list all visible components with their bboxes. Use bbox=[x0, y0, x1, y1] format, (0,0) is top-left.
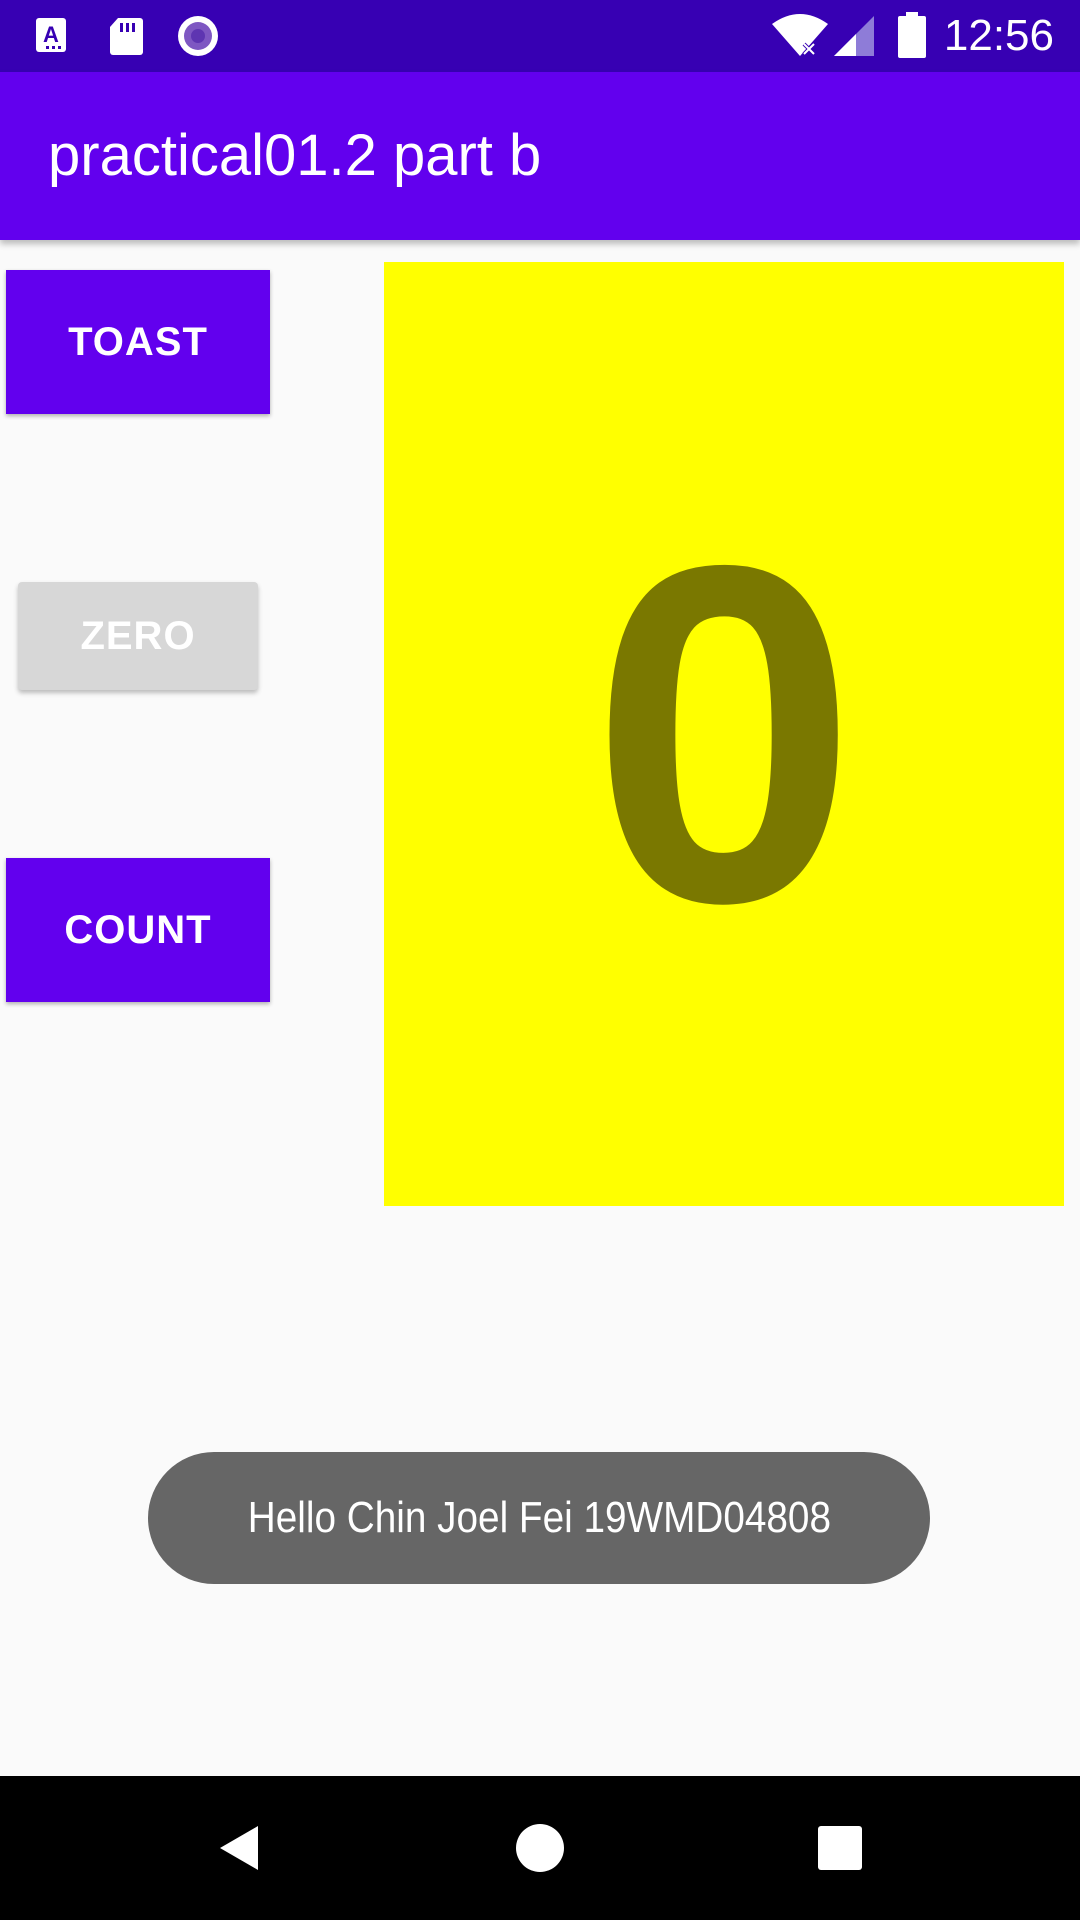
zero-button[interactable]: ZERO bbox=[18, 582, 258, 690]
battery-icon bbox=[896, 12, 928, 60]
toast-message: Hello Chin Joel Fei 19WMD04808 bbox=[148, 1452, 930, 1584]
app-a-icon: A bbox=[32, 14, 76, 58]
home-icon[interactable] bbox=[490, 1798, 590, 1898]
navigation-bar bbox=[0, 1776, 1080, 1920]
record-circle-icon bbox=[176, 14, 220, 58]
cell-signal-icon bbox=[830, 12, 878, 60]
toast-button[interactable]: TOAST bbox=[6, 270, 270, 414]
app-title: practical01.2 part b bbox=[48, 123, 542, 188]
toast-text: Hello Chin Joel Fei 19WMD04808 bbox=[247, 1493, 831, 1542]
recents-icon[interactable] bbox=[790, 1798, 890, 1898]
count-button[interactable]: COUNT bbox=[6, 858, 270, 1002]
wifi-off-icon bbox=[770, 12, 830, 60]
counter-value: 0 bbox=[590, 465, 858, 1002]
sd-card-icon bbox=[104, 14, 148, 58]
app-screen: A 12:56 practical01.2 part b TOAST ZERO … bbox=[0, 0, 1080, 1920]
counter-panel: 0 bbox=[384, 262, 1064, 1206]
back-icon[interactable] bbox=[190, 1798, 290, 1898]
app-bar: practical01.2 part b bbox=[0, 72, 1080, 240]
svg-text:A: A bbox=[43, 22, 59, 47]
status-time: 12:56 bbox=[943, 11, 1054, 60]
status-bar: A 12:56 bbox=[0, 0, 1080, 72]
